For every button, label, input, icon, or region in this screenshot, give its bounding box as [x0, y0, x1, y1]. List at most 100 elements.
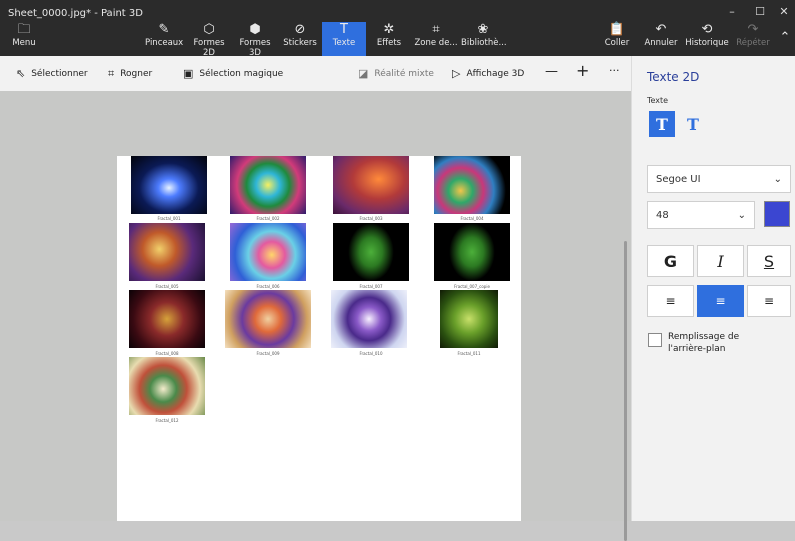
- text-color-swatch[interactable]: [764, 201, 790, 227]
- fractal-thumbnail: [129, 223, 205, 281]
- background-fill-label: Remplissage de l'arrière-plan: [668, 331, 739, 355]
- more-options-button[interactable]: ···: [609, 64, 620, 77]
- align-left-button[interactable]: ≡: [647, 285, 694, 317]
- thumbnail-caption: Fractal_011: [457, 351, 481, 356]
- text-icon: T: [340, 22, 348, 37]
- cursor-icon: ⇖: [16, 67, 26, 80]
- italic-button[interactable]: I: [697, 245, 744, 277]
- fractal-thumbnail: [333, 156, 409, 214]
- tool-label: Effets: [376, 38, 402, 48]
- fractal-thumbnail: [225, 290, 311, 348]
- redo-label: Répéter: [736, 38, 770, 48]
- tool-stickers[interactable]: ⊘ Stickers: [281, 22, 319, 56]
- history-button[interactable]: ⟲ Historique: [684, 22, 730, 56]
- panel-title: Texte 2D: [647, 70, 700, 84]
- menu-button[interactable]: 🗀 Menu: [8, 22, 40, 56]
- align-right-icon: ≡: [763, 294, 775, 308]
- fractal-thumbnail: [230, 223, 306, 281]
- select-button[interactable]: ⇖ Sélectionner: [16, 67, 88, 80]
- folder-icon: 🗀: [17, 22, 31, 37]
- minimize-button[interactable]: –: [720, 5, 744, 18]
- chevron-down-icon: ⌄: [737, 209, 746, 221]
- redo-button[interactable]: ↷ Répéter: [735, 22, 771, 56]
- fractal-thumbnail: [129, 357, 205, 415]
- font-size-select[interactable]: 48 ⌄: [647, 201, 755, 229]
- view-3d-icon: ▷: [452, 67, 461, 80]
- brush-icon: ✎: [158, 22, 170, 37]
- tool-label: Texte: [332, 38, 356, 48]
- mixed-reality-label: Réalité mixte: [374, 68, 434, 79]
- maximize-button[interactable]: ☐: [748, 5, 772, 18]
- crop-button[interactable]: ⌗ Rogner: [108, 67, 152, 81]
- magic-select-button[interactable]: ▣ Sélection magique: [183, 67, 283, 80]
- image-canvas[interactable]: Fractal_001 Fractal_002 Fractal_003 Frac…: [117, 156, 521, 521]
- align-right-button[interactable]: ≡: [747, 285, 791, 317]
- mixed-reality-icon: ◪: [358, 67, 369, 80]
- magic-select-label: Sélection magique: [199, 68, 284, 79]
- thumbnail-caption: Fractal_005: [155, 284, 179, 289]
- text-section-label: Texte: [647, 96, 669, 105]
- magic-select-icon: ▣: [183, 67, 194, 80]
- tool-shapes-2d[interactable]: ⬡ Formes 2D: [187, 22, 231, 58]
- undo-button[interactable]: ↶ Annuler: [644, 22, 678, 56]
- paste-label: Coller: [604, 38, 630, 48]
- canvas-area[interactable]: Fractal_001 Fractal_002 Fractal_003 Frac…: [0, 91, 631, 541]
- font-family-select[interactable]: Segoe UI ⌄: [647, 165, 791, 193]
- clipboard-icon: 📋: [608, 22, 626, 37]
- tool-shapes-3d[interactable]: ⬢ Formes 3D: [233, 22, 277, 58]
- thumbnail-caption: Fractal_010: [359, 351, 383, 356]
- text-3d-tool-button[interactable]: T: [680, 111, 706, 137]
- cube-icon: ⬢: [249, 22, 261, 37]
- thumbnail-caption: Fractal_002: [256, 216, 280, 221]
- align-center-button[interactable]: ≡: [697, 285, 744, 317]
- undo-label: Annuler: [644, 38, 678, 48]
- bold-button[interactable]: G: [647, 245, 694, 277]
- fractal-thumbnail: [440, 290, 498, 348]
- fractal-thumbnail: [331, 290, 407, 348]
- fractal-thumbnail: [434, 223, 510, 281]
- select-label: Sélectionner: [31, 68, 88, 79]
- font-family-value: Segoe UI: [656, 173, 701, 185]
- thumbnail-caption: Fractal_007_copie: [454, 284, 490, 289]
- align-left-icon: ≡: [665, 294, 676, 308]
- paste-button[interactable]: 📋 Coller: [602, 22, 632, 56]
- fractal-thumbnail: [230, 156, 306, 214]
- crop-label: Rogner: [120, 69, 153, 79]
- canvas-toolbar: ⇖ Sélectionner ⌗ Rogner ▣ Sélection magi…: [0, 56, 631, 92]
- text-2d-tool-button[interactable]: T: [649, 111, 675, 137]
- sticker-icon: ⊘: [294, 22, 306, 37]
- tool-effects[interactable]: ✲ Effets: [371, 22, 407, 56]
- crop-icon: ⌗: [108, 67, 115, 80]
- tool-label: Formes 3D: [239, 38, 271, 58]
- underline-button[interactable]: S: [747, 245, 791, 277]
- tool-label: Bibliothè...: [461, 38, 507, 48]
- fractal-thumbnail: [434, 156, 510, 214]
- align-center-icon: ≡: [715, 294, 726, 308]
- background-fill-checkbox[interactable]: [648, 333, 662, 347]
- shapes-2d-icon: ⬡: [203, 22, 215, 37]
- undo-icon: ↶: [655, 22, 667, 37]
- chevron-down-icon: ⌄: [773, 173, 782, 185]
- close-button[interactable]: ✕: [772, 5, 795, 18]
- chevron-up-icon: ⌃: [779, 30, 791, 45]
- fractal-thumbnail: [131, 156, 207, 214]
- thumbnail-caption: Fractal_004: [460, 216, 484, 221]
- tool-brushes[interactable]: ✎ Pinceaux: [145, 22, 183, 56]
- thumbnail-caption: Fractal_007: [359, 284, 383, 289]
- font-size-value: 48: [656, 209, 669, 221]
- tool-text[interactable]: T Texte: [322, 22, 366, 56]
- fractal-thumbnail: [129, 290, 205, 348]
- view-3d-button[interactable]: ▷ Affichage 3D: [452, 67, 524, 80]
- zoom-out-button[interactable]: —: [545, 64, 558, 79]
- vertical-scrollbar[interactable]: [624, 241, 627, 541]
- fractal-thumbnail: [333, 223, 409, 281]
- mixed-reality-button[interactable]: ◪ Réalité mixte: [358, 67, 434, 80]
- tool-label: Pinceaux: [145, 38, 184, 48]
- tool-library[interactable]: ❀ Bibliothè...: [461, 22, 507, 56]
- tool-label: Zone de...: [414, 38, 458, 48]
- canvas-crop-icon: ⌗: [432, 22, 440, 37]
- zoom-in-button[interactable]: +: [576, 61, 589, 80]
- menu-label: Menu: [12, 38, 36, 48]
- tool-label: Stickers: [283, 38, 317, 48]
- tool-canvas[interactable]: ⌗ Zone de...: [414, 22, 458, 56]
